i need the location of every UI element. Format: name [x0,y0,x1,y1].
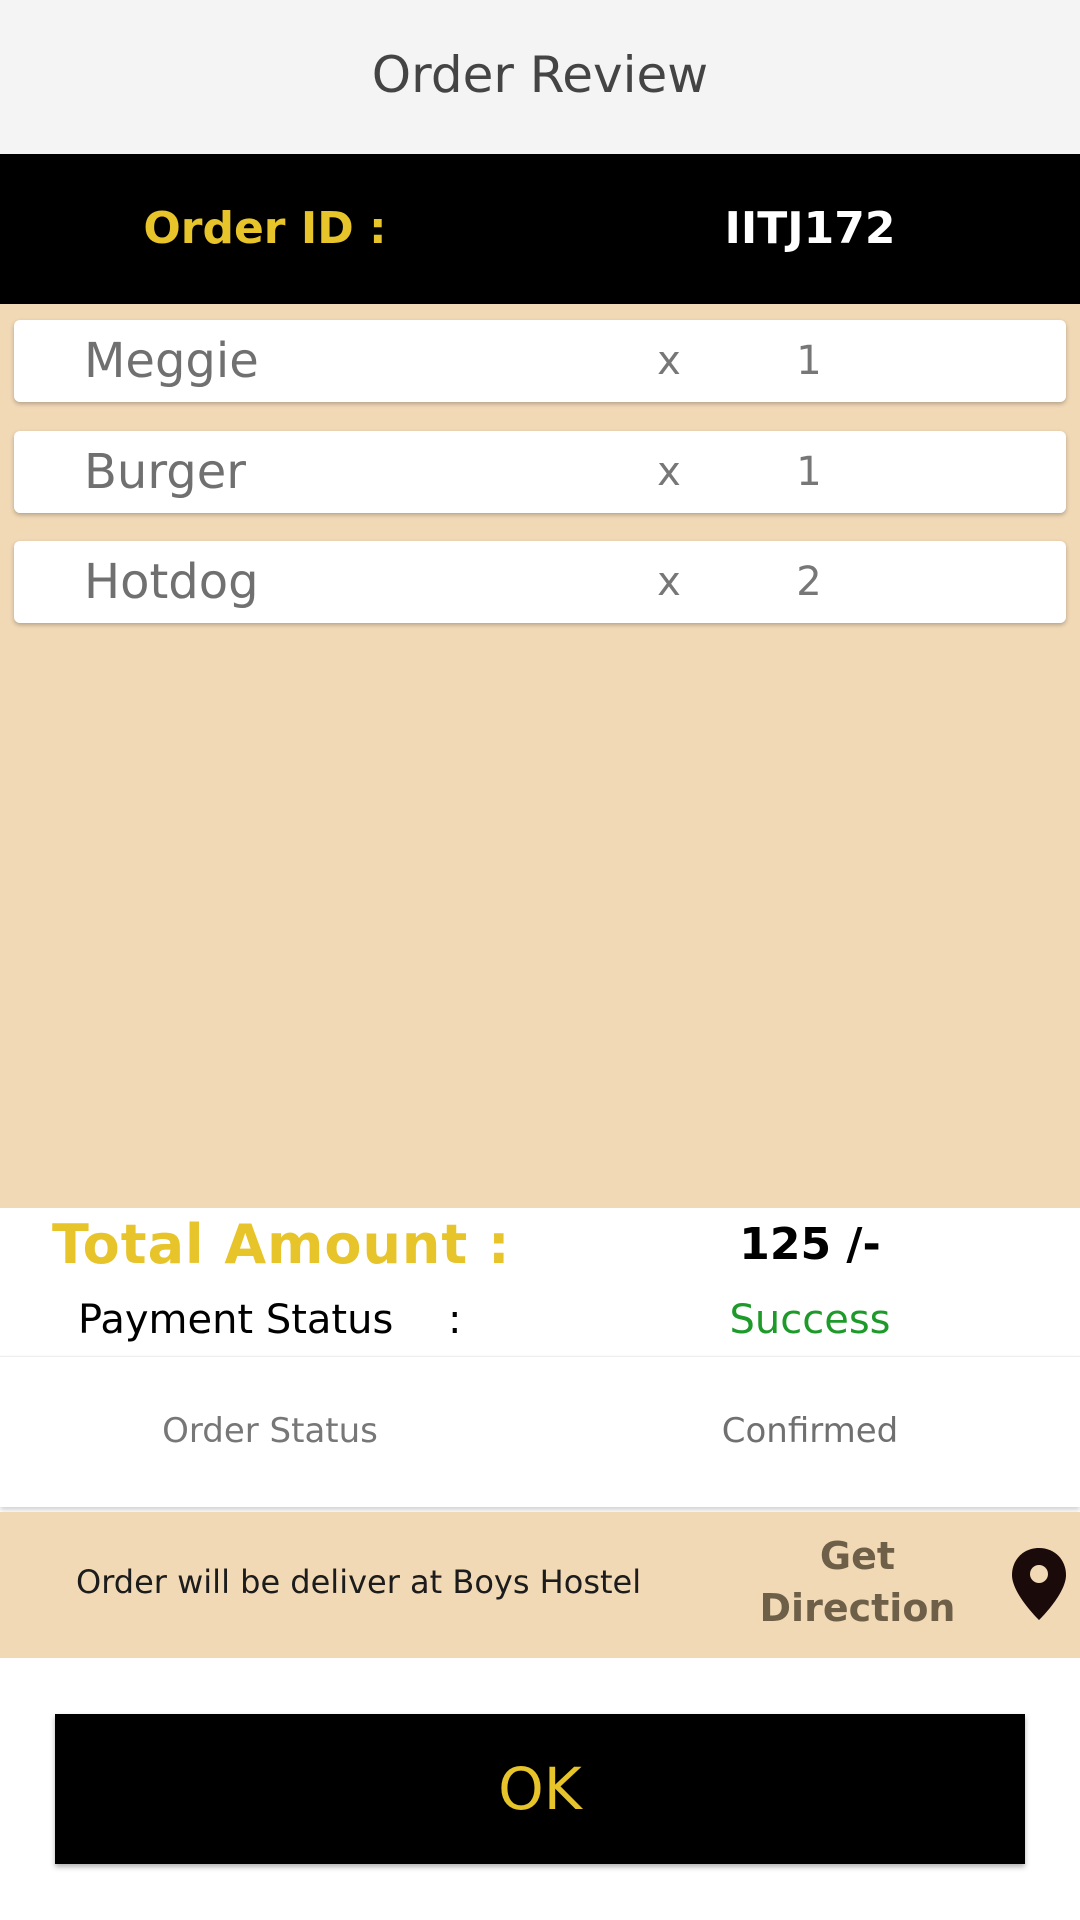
delivery-location-text: Order will be deliver at Boys Hostel [76,1563,642,1601]
ok-button[interactable]: OK [55,1714,1025,1864]
item-multiplier: x [657,559,681,605]
item-quantity: 1 [796,449,822,495]
list-item: Hotdog x 2 [14,541,1066,623]
order-items-list: Meggie x 1 Burger x 1 Hotdog x 2 [0,304,1080,1208]
payment-status-colon: : [448,1297,462,1343]
item-multiplier: x [657,338,681,384]
location-pin-icon[interactable] [1010,1546,1068,1622]
total-amount-label: Total Amount : [52,1213,511,1276]
total-amount-value: 125 /- [739,1219,881,1270]
get-direction-line1: Get [819,1534,896,1578]
order-id-value: IITJ172 [724,203,896,254]
order-status-value: Confirmed [721,1411,899,1451]
item-name: Meggie [84,333,259,389]
payment-status-value: Success [729,1297,891,1343]
item-name: Burger [84,444,246,500]
list-item: Burger x 1 [14,431,1066,513]
item-quantity: 2 [796,559,822,605]
order-status-label: Order Status [162,1411,378,1451]
get-direction-line2: Direction [759,1586,956,1630]
list-item: Meggie x 1 [14,320,1066,402]
page-title: Order Review [371,46,709,104]
item-name: Hotdog [84,554,259,610]
get-direction-button[interactable]: Get Direction [740,1530,975,1640]
payment-status-label: Payment Status [78,1297,394,1343]
item-multiplier: x [657,449,681,495]
order-id-label: Order ID : [143,203,387,254]
item-quantity: 1 [796,338,822,384]
